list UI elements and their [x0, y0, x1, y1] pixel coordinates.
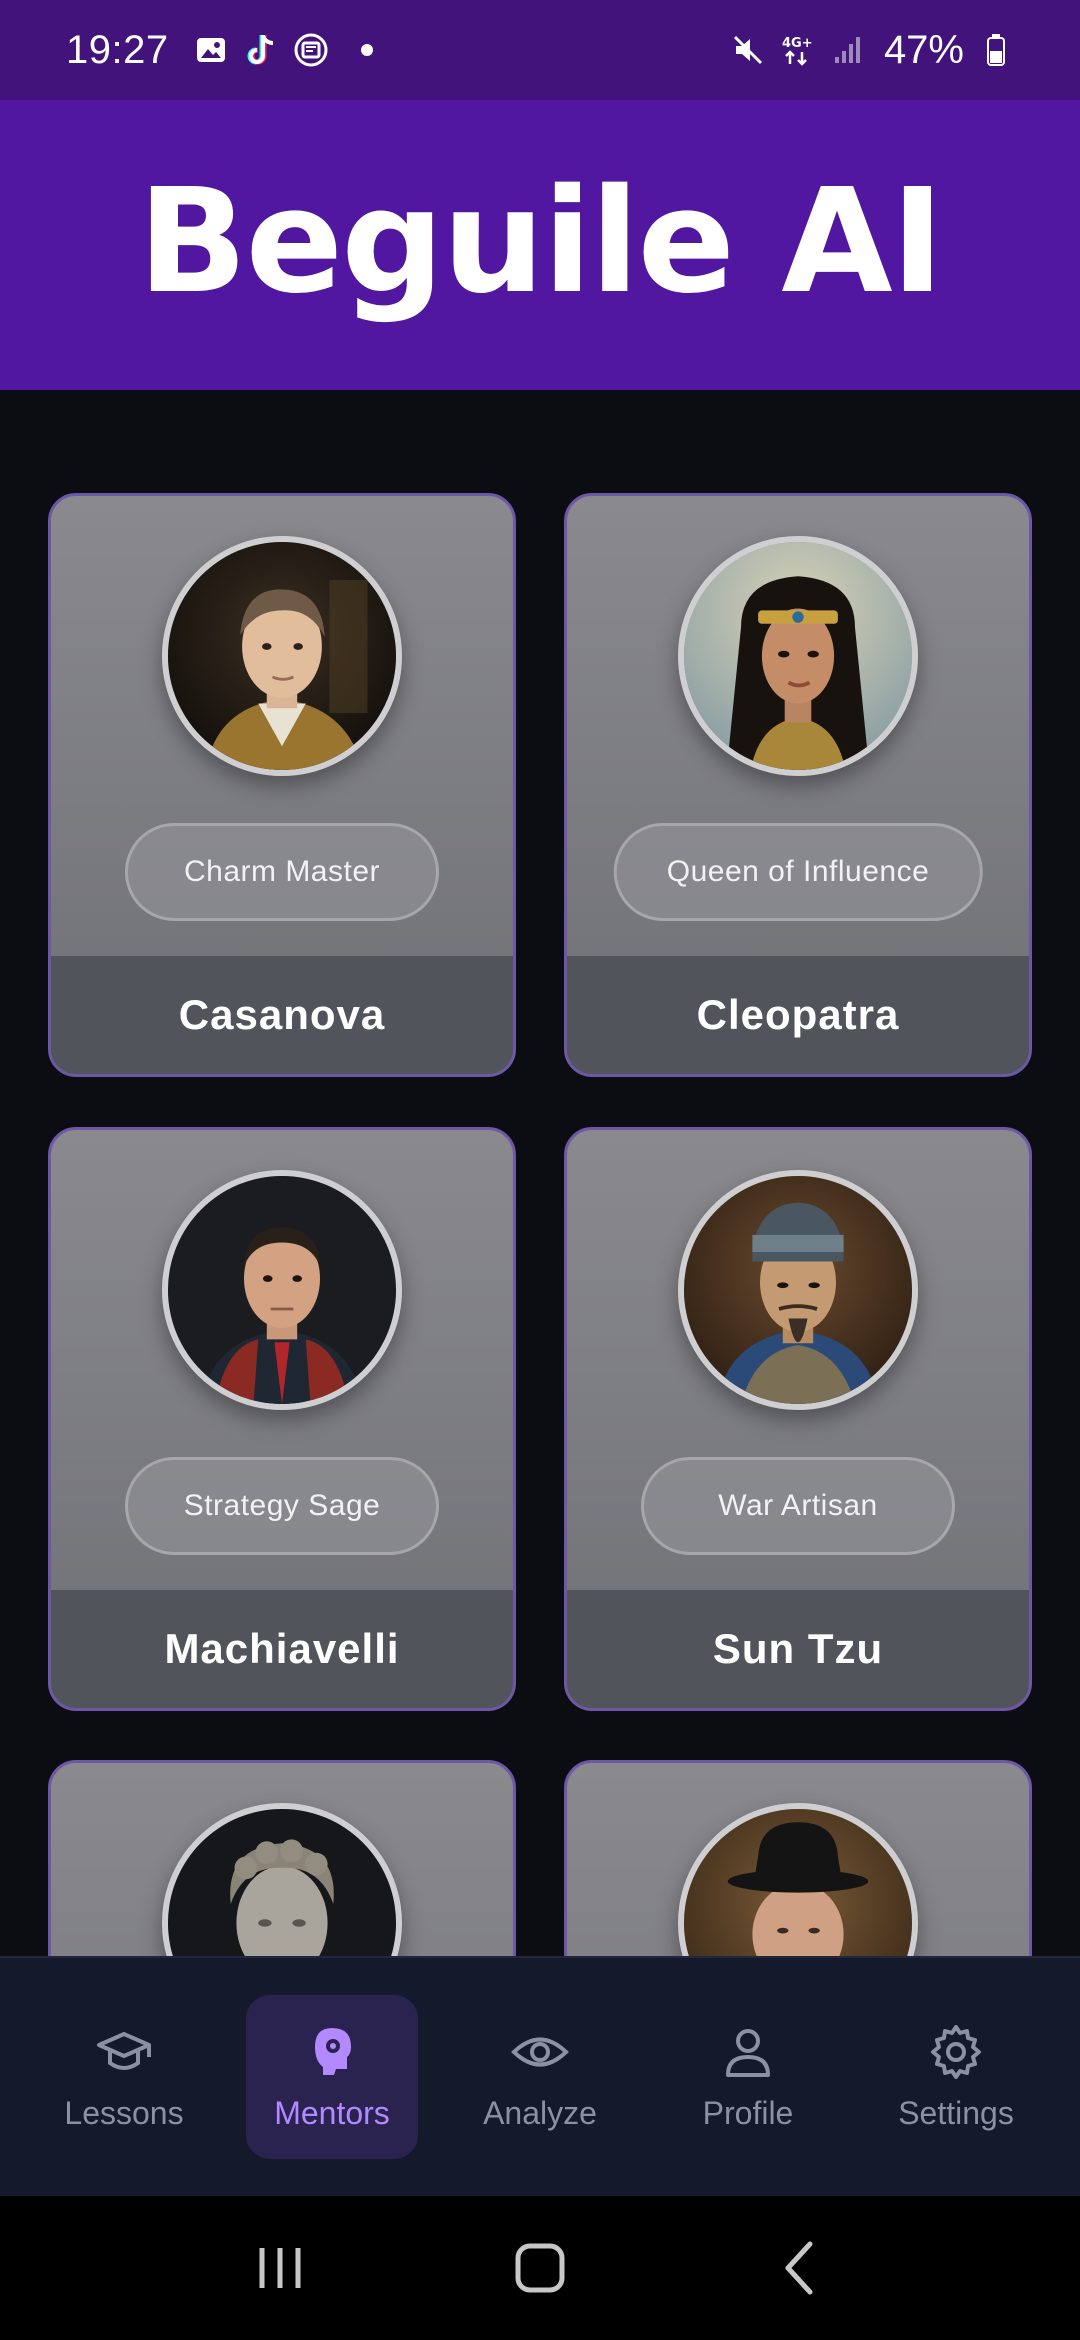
status-bar: 19:27 4G+ 47%	[0, 0, 1080, 100]
gear-icon	[927, 2023, 985, 2081]
mentor-avatar	[678, 1170, 918, 1410]
battery-icon	[978, 32, 1014, 68]
nav-label: Mentors	[274, 2094, 390, 2131]
mentor-avatar	[678, 1803, 918, 1956]
mentor-card-cleopatra[interactable]: Queen of Influence Cleopatra	[564, 493, 1032, 1077]
mentor-name: Cleopatra	[567, 956, 1029, 1074]
nav-item-mentors[interactable]: Mentors	[246, 1995, 418, 2159]
mentor-name: Sun Tzu	[567, 1590, 1029, 1708]
nav-label: Analyze	[483, 2094, 597, 2131]
mentor-avatar	[678, 536, 918, 776]
mentor-avatar	[162, 1803, 402, 1956]
mentor-tag-pill: Charm Master	[125, 823, 439, 921]
mentor-card-partial-right[interactable]	[564, 1760, 1032, 1956]
nav-item-profile[interactable]: Profile	[662, 1995, 834, 2159]
mentor-head-icon	[303, 2023, 361, 2081]
svg-text:4G+: 4G+	[782, 36, 813, 51]
graduation-cap-icon	[95, 2023, 153, 2081]
system-nav	[0, 2196, 1080, 2340]
mute-icon	[730, 32, 766, 68]
status-bar-right: 4G+ 47%	[730, 28, 1014, 73]
status-bar-left: 19:27	[66, 28, 373, 73]
mentor-card-machiavelli[interactable]: Strategy Sage Machiavelli	[48, 1127, 516, 1711]
nav-label: Profile	[702, 2094, 794, 2131]
dot-icon	[360, 44, 373, 56]
nav-label: Settings	[898, 2094, 1014, 2131]
app-title: Beguile AI	[137, 157, 945, 325]
app-icon	[293, 32, 329, 68]
tiktok-icon	[243, 32, 279, 68]
nav-label: Lessons	[64, 2094, 184, 2131]
mentor-tag-pill: War Artisan	[641, 1457, 955, 1555]
mentor-avatar	[162, 536, 402, 776]
gallery-icon	[193, 32, 229, 68]
mentor-avatar	[162, 1170, 402, 1410]
app-header: Beguile AI	[0, 100, 1080, 390]
user-icon	[719, 2023, 777, 2081]
signal-icon	[830, 32, 866, 68]
nav-item-analyze[interactable]: Analyze	[454, 1995, 626, 2159]
status-time: 19:27	[66, 27, 169, 72]
mentor-card-sun-tzu[interactable]: War Artisan Sun Tzu	[564, 1127, 1032, 1711]
4g-icon: 4G+	[780, 32, 816, 68]
mentor-tag-pill: Queen of Influence	[613, 823, 983, 921]
nav-item-lessons[interactable]: Lessons	[38, 1995, 210, 2159]
recents-button[interactable]	[240, 2228, 320, 2308]
mentor-card-partial-left[interactable]	[48, 1760, 516, 1956]
battery-percent: 47%	[883, 27, 964, 72]
back-button[interactable]	[760, 2228, 840, 2308]
mentor-tag-pill: Strategy Sage	[125, 1457, 439, 1555]
mentor-card-casanova[interactable]: Charm Master Casanova	[48, 493, 516, 1077]
mentor-name: Casanova	[51, 956, 513, 1074]
screen: 19:27 4G+ 47% Beguile AI Charm Master Ca…	[0, 0, 1080, 2340]
eye-icon	[511, 2023, 569, 2081]
bottom-nav: Lessons Mentors Analyze Profile Settings	[0, 1956, 1080, 2196]
nav-item-settings[interactable]: Settings	[870, 1995, 1042, 2159]
home-button[interactable]	[500, 2228, 580, 2308]
mentor-name: Machiavelli	[51, 1590, 513, 1708]
mentor-grid: Charm Master Casanova Queen of Influence…	[0, 390, 1080, 1956]
